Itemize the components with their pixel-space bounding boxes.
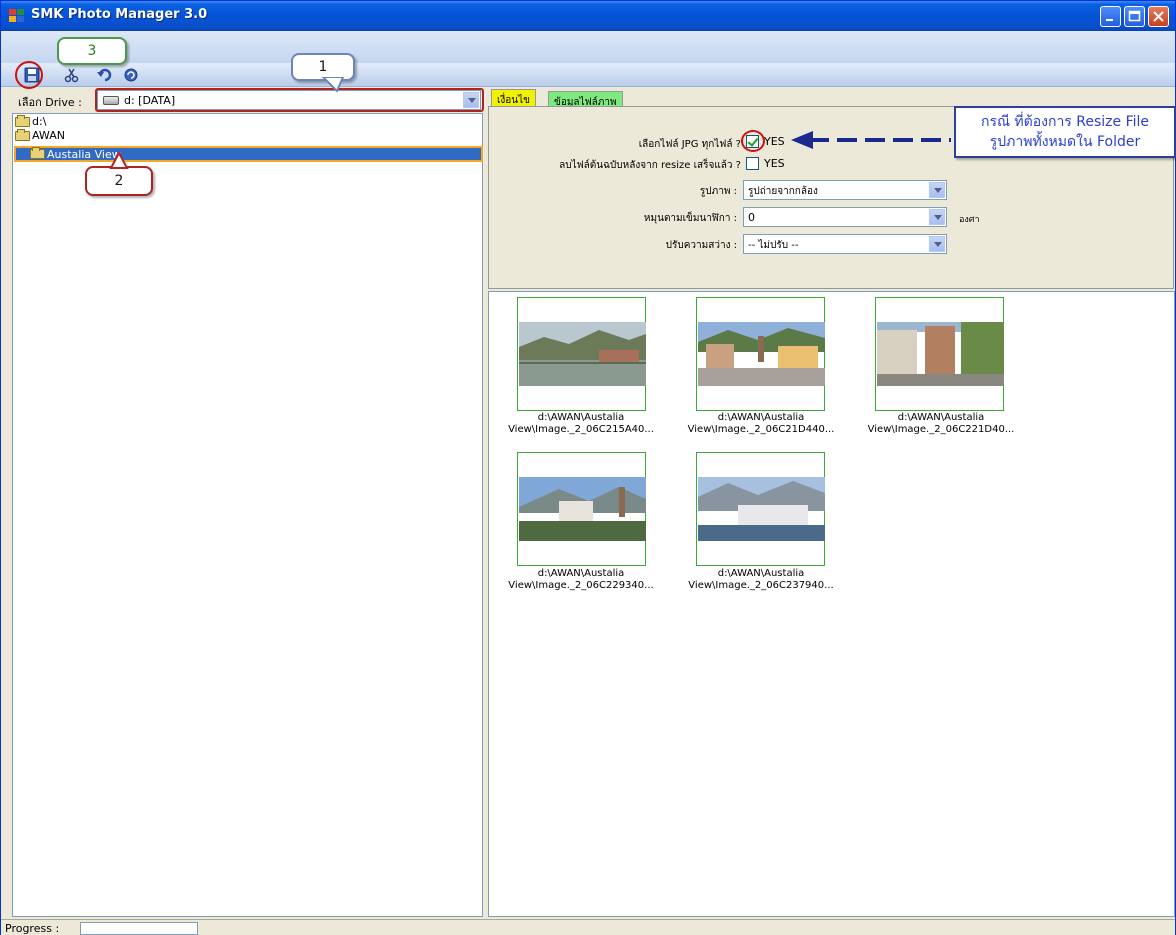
- close-icon: [1153, 11, 1164, 22]
- thumbnail-4[interactable]: [517, 452, 646, 566]
- save-highlight-circle: [15, 61, 43, 89]
- tree-item-label: AWAN: [32, 129, 65, 142]
- brightness-value: -- ไม่ปรับ --: [748, 240, 799, 251]
- rotate-value: 0: [748, 211, 755, 224]
- thumbnail-5[interactable]: [696, 452, 825, 566]
- minimize-button[interactable]: [1100, 6, 1121, 27]
- arrow-icon: [791, 131, 951, 149]
- folder-open-icon: [30, 147, 45, 159]
- image-type-label: รูปภาพ :: [699, 186, 737, 197]
- undo-icon: [97, 68, 112, 82]
- folder-open-icon: [15, 128, 30, 141]
- window-title: SMK Photo Manager 3.0: [31, 7, 208, 22]
- callout-2: 2: [85, 166, 153, 196]
- folder-tree[interactable]: d:\ AWAN Austalia View: [12, 113, 483, 917]
- title-bar[interactable]: SMK Photo Manager 3.0: [1, 1, 1175, 31]
- chevron-down-icon[interactable]: [929, 182, 945, 198]
- select-all-label: เลือกไฟล์ JPG ทุกไฟล์ ?: [638, 139, 741, 150]
- lake-photo-icon: [519, 322, 646, 386]
- refresh-button[interactable]: [122, 66, 140, 84]
- rotate-select[interactable]: 0: [743, 207, 947, 227]
- chevron-down-icon[interactable]: [929, 209, 945, 225]
- undo-button[interactable]: [96, 66, 114, 84]
- delete-original-yes: YES: [764, 157, 785, 170]
- brightness-label: ปรับความสว่าง :: [665, 240, 737, 251]
- tree-item-awan[interactable]: AWAN: [15, 128, 65, 142]
- app-icon: [9, 9, 25, 23]
- callout-2-pointer: [109, 151, 129, 169]
- toolbar: [1, 63, 1175, 87]
- thumbnail-2[interactable]: [696, 297, 825, 411]
- chevron-down-icon[interactable]: [929, 236, 945, 252]
- image-type-select[interactable]: รูปถ่ายจากกล้อง: [743, 180, 947, 200]
- winter-village-photo-icon: [698, 477, 825, 541]
- village-square-photo-icon: [698, 322, 825, 386]
- drive-highlight-box: [95, 88, 484, 112]
- rotate-label: หมุนตามเข็มนาฬิกา :: [643, 213, 737, 224]
- checkbox-highlight-circle: [741, 130, 765, 152]
- close-button[interactable]: [1148, 6, 1169, 27]
- menu-strip: [1, 31, 1175, 63]
- thumbnail-caption-5: d:\AWAN\Austalia View\Image._2_06C237940.…: [688, 568, 834, 591]
- rotate-unit: องศา: [959, 215, 980, 225]
- thumbnail-3[interactable]: [875, 297, 1004, 411]
- church-graveyard-photo-icon: [519, 477, 646, 541]
- village-street-photo-icon: [877, 322, 1004, 386]
- select-all-yes: YES: [764, 135, 785, 148]
- progress-bar: [80, 922, 198, 935]
- callout-1-pointer: [321, 77, 345, 93]
- maximize-button[interactable]: [1124, 6, 1145, 27]
- brightness-select[interactable]: -- ไม่ปรับ --: [743, 234, 947, 254]
- thumbnail-1[interactable]: [517, 297, 646, 411]
- maximize-icon: [1128, 10, 1141, 22]
- status-bar: Progress :: [1, 919, 1175, 935]
- drive-label: เลือก Drive :: [18, 96, 82, 109]
- folder-open-icon: [15, 114, 30, 127]
- cut-button[interactable]: [63, 66, 81, 84]
- tree-item-d[interactable]: d:\: [15, 114, 47, 128]
- image-type-value: รูปถ่ายจากกล้อง: [748, 186, 818, 197]
- delete-original-label: ลบไฟล์ต้นฉบับหลังจาก resize เสร็จแล้ว ?: [559, 160, 741, 171]
- tree-item-label: d:\: [32, 115, 47, 128]
- refresh-icon: [124, 68, 138, 82]
- thumbnail-caption-3: d:\AWAN\Austalia View\Image._2_06C221D40.…: [867, 412, 1015, 435]
- progress-label: Progress :: [5, 922, 60, 935]
- annotation-note: กรณี ที่ต้องการ Resize File รูปภาพทั้งหม…: [954, 106, 1176, 158]
- tree-item-austalia-view[interactable]: Austalia View: [14, 146, 483, 162]
- scissors-icon: [64, 68, 79, 83]
- app-window: SMK Photo Manager 3.0 เลือก Drive : d: […: [0, 0, 1176, 935]
- delete-original-checkbox[interactable]: [746, 157, 759, 170]
- callout-3: 3: [57, 37, 127, 65]
- minimize-icon: [1106, 19, 1113, 21]
- thumbnail-caption-2: d:\AWAN\Austalia View\Image._2_06C21D440.…: [687, 412, 835, 435]
- thumbnail-caption-1: d:\AWAN\Austalia View\Image._2_06C215A40.…: [508, 412, 654, 435]
- thumbnail-caption-4: d:\AWAN\Austalia View\Image._2_06C229340.…: [508, 568, 654, 591]
